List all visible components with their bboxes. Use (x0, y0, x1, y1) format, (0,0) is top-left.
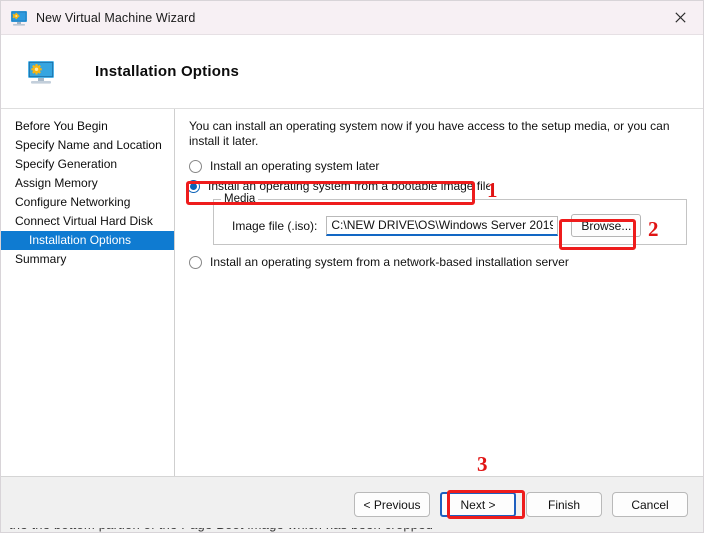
wizard-steps-sidebar: Before You Begin Specify Name and Locati… (1, 109, 175, 476)
virtual-machine-monitor-icon (11, 10, 27, 26)
close-window-button[interactable] (657, 1, 703, 33)
radio-icon-unchecked[interactable] (189, 160, 202, 173)
title-bar: New Virtual Machine Wizard (1, 1, 703, 35)
install-later-radio-label: Install an operating system later (210, 159, 380, 173)
sidebar-item-installation-options[interactable]: Installation Options (1, 231, 174, 250)
close-icon (674, 11, 686, 23)
dialog-footer: < Previous Next > Finish Cancel (1, 476, 703, 532)
network-install-radio-label: Install an operating system from a netwo… (210, 255, 569, 269)
radio-icon-unchecked[interactable] (189, 256, 202, 269)
page-header: Installation Options (1, 35, 703, 109)
page-title: Installation Options (95, 63, 240, 80)
sidebar-item-before-you-begin[interactable]: Before You Begin (1, 117, 174, 136)
radio-icon-checked[interactable] (187, 180, 200, 193)
network-install-radio-option[interactable]: Install an operating system from a netwo… (189, 255, 687, 269)
install-later-radio-option[interactable]: Install an operating system later (189, 159, 687, 173)
intro-description: You can install an operating system now … (189, 119, 670, 148)
installation-options-panel: You can install an operating system now … (175, 109, 703, 476)
media-group-legend: Media (221, 193, 259, 205)
sidebar-item-assign-memory[interactable]: Assign Memory (1, 174, 174, 193)
next-button[interactable]: Next > (440, 492, 516, 517)
finish-button[interactable]: Finish (526, 492, 602, 517)
bootable-image-radio-option[interactable]: Install an operating system from a boota… (187, 179, 687, 193)
previous-button[interactable]: < Previous (354, 492, 430, 517)
sidebar-item-specify-name-and-location[interactable]: Specify Name and Location (1, 136, 174, 155)
new-virtual-machine-wizard-dialog: New Virtual Machine Wizard Installation … (0, 0, 704, 533)
virtual-machine-monitor-icon (28, 60, 54, 84)
media-group-content: Image file (.iso): Browse... (214, 200, 686, 237)
window-title: New Virtual Machine Wizard (36, 10, 196, 25)
image-file-path-input[interactable] (326, 215, 559, 236)
image-file-label: Image file (.iso): (232, 218, 318, 233)
browse-button[interactable]: Browse... (571, 214, 642, 237)
sidebar-item-configure-networking[interactable]: Configure Networking (1, 193, 174, 212)
sidebar-item-connect-virtual-hard-disk[interactable]: Connect Virtual Hard Disk (1, 212, 174, 231)
bootable-image-radio-label: Install an operating system from a boota… (208, 179, 493, 193)
media-group-box: Media Image file (.iso): Browse... (213, 193, 687, 245)
cancel-button[interactable]: Cancel (612, 492, 688, 517)
sidebar-item-summary[interactable]: Summary (1, 250, 174, 269)
dialog-body: Before You Begin Specify Name and Locati… (1, 109, 703, 476)
sidebar-item-specify-generation[interactable]: Specify Generation (1, 155, 174, 174)
